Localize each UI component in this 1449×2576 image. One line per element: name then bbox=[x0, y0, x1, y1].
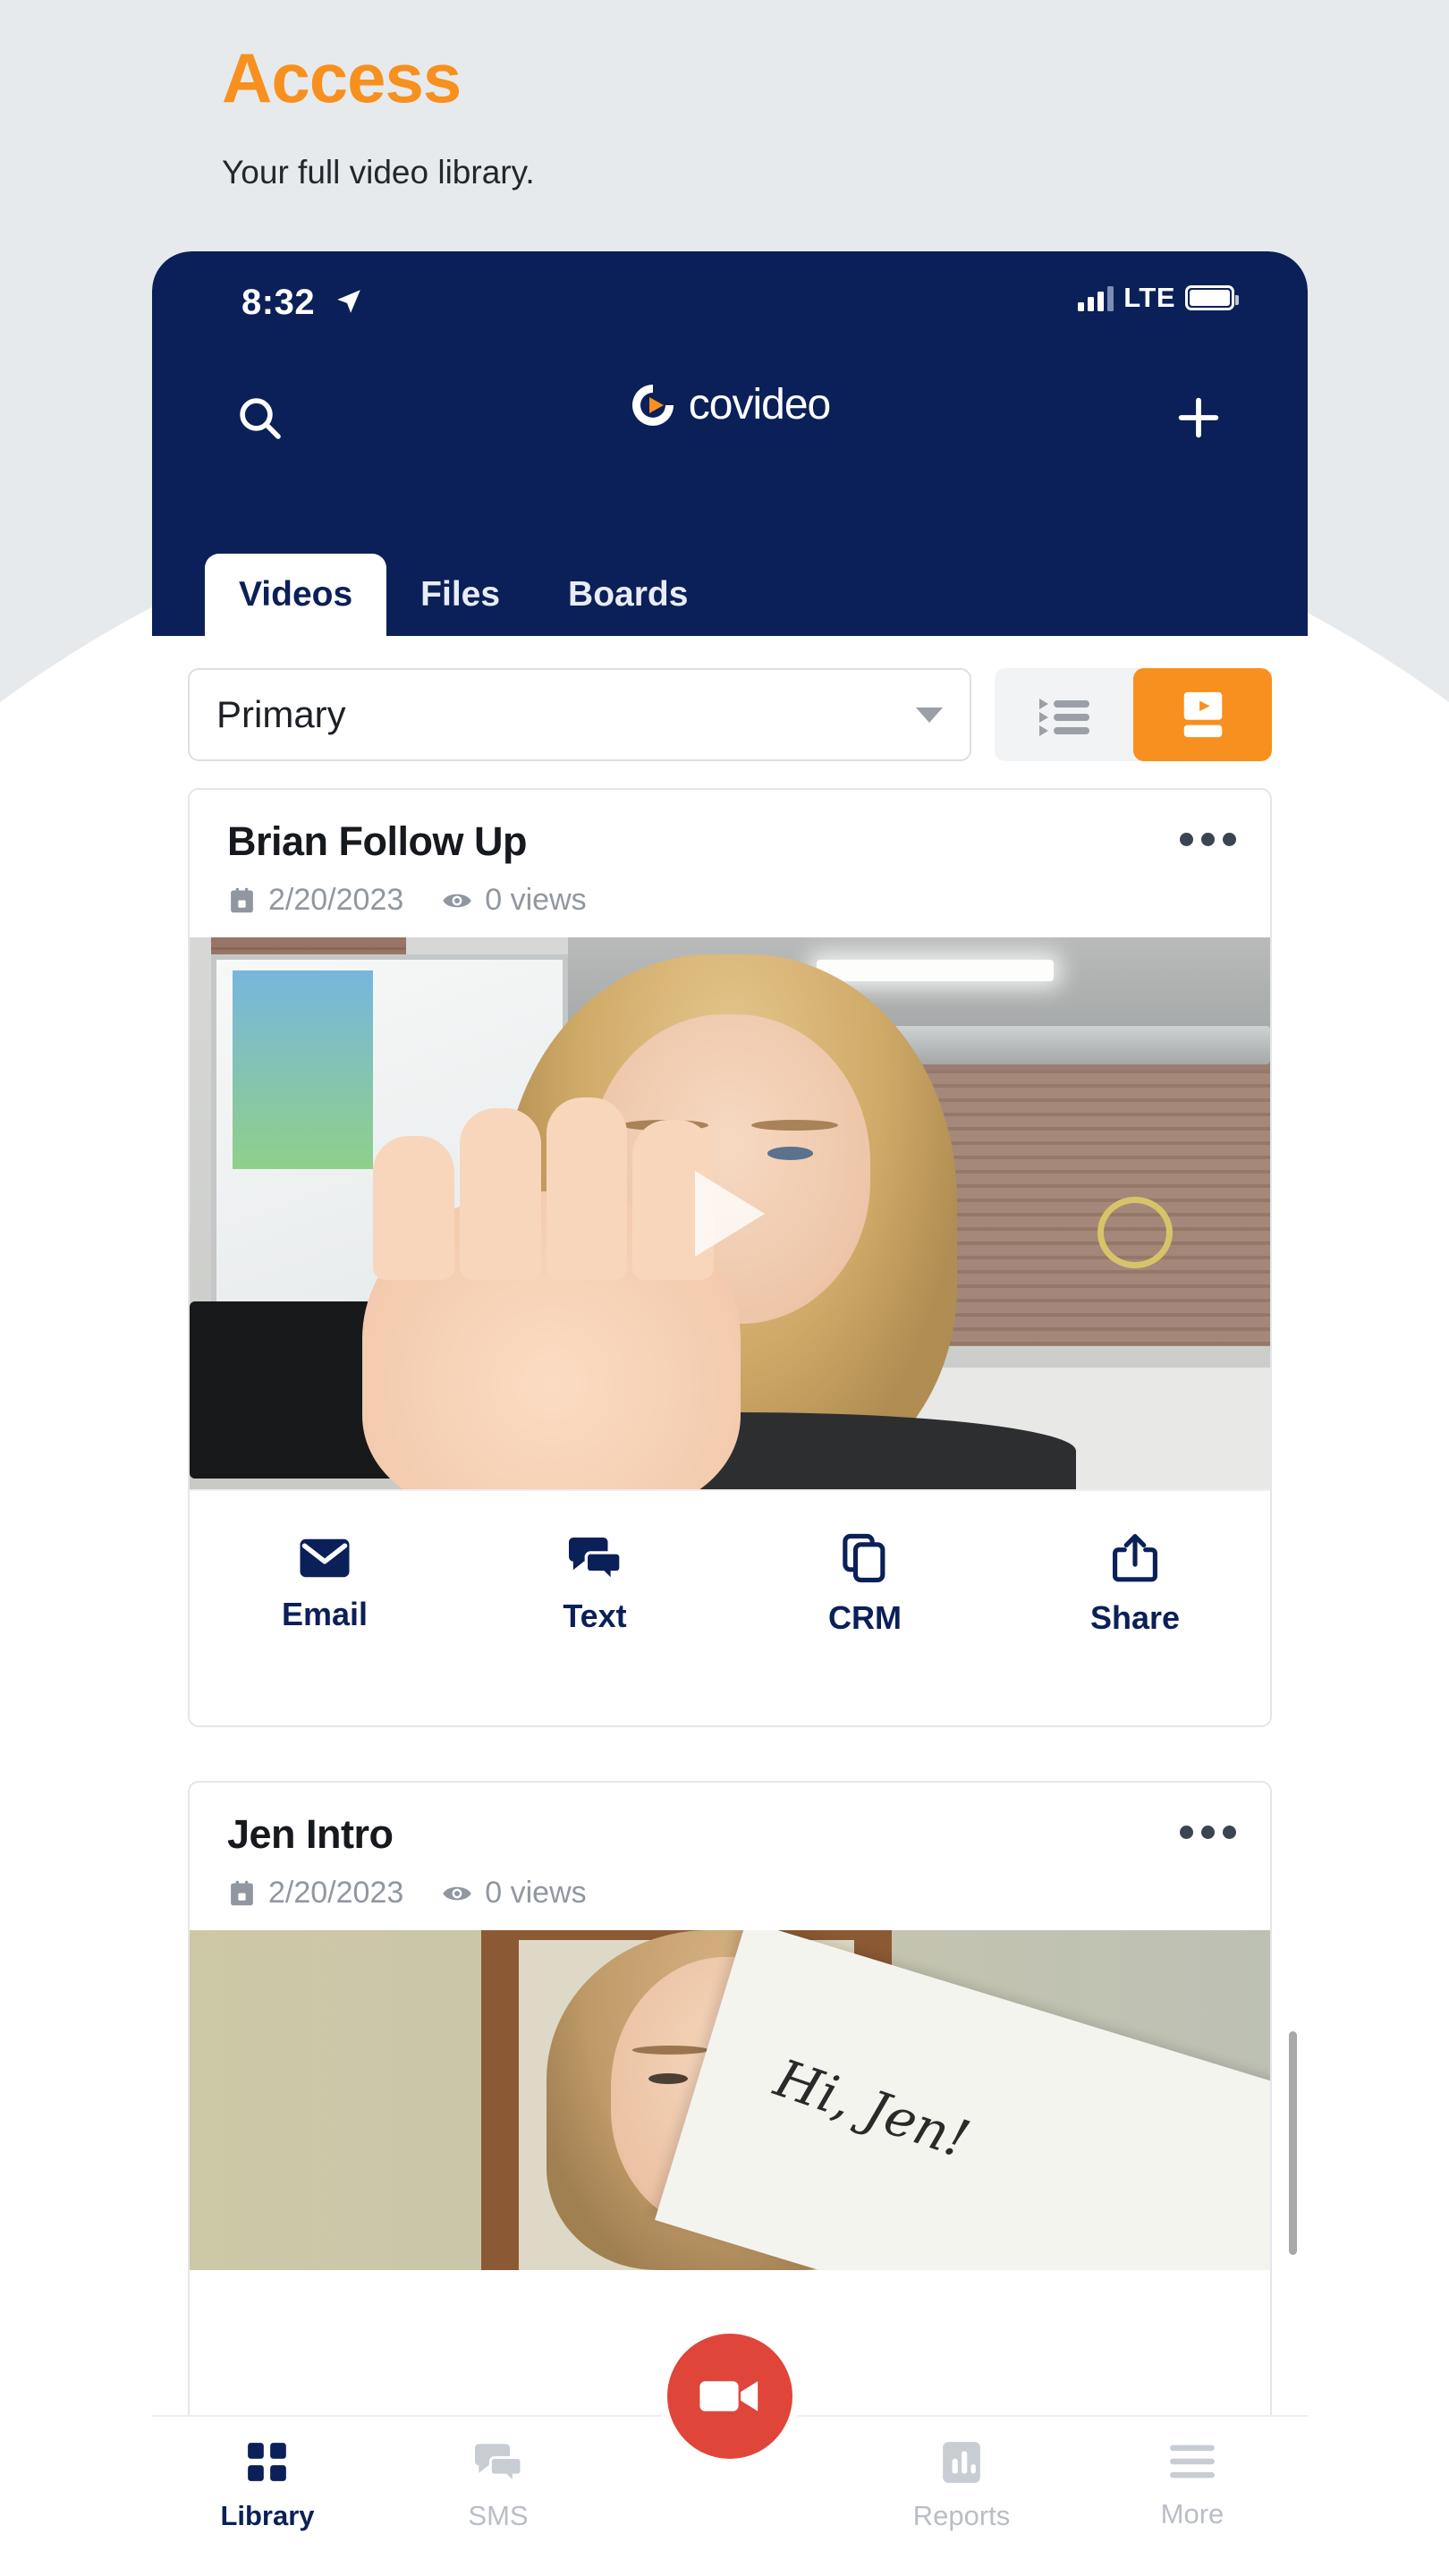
calendar-icon bbox=[231, 1880, 253, 1906]
share-button[interactable]: Share bbox=[1000, 1533, 1270, 1637]
battery-full-icon bbox=[1185, 285, 1239, 310]
envelope-icon bbox=[300, 1538, 350, 1578]
video-thumbnail[interactable]: Hi, Jen! bbox=[190, 1930, 1270, 2270]
nav-label-library: Library bbox=[220, 2500, 315, 2531]
chat-bubbles-icon bbox=[569, 1538, 621, 1581]
grid-squares-icon bbox=[248, 2443, 286, 2481]
card-view-icon[interactable] bbox=[1133, 668, 1272, 761]
status-indicators: LTE bbox=[1078, 282, 1239, 314]
chevron-down-icon bbox=[916, 707, 943, 723]
nav-label-reports: Reports bbox=[912, 2500, 1011, 2531]
video-card-header: Brian Follow Up 2/20/2023 0 views bbox=[190, 790, 1270, 937]
video-views: 0 views bbox=[441, 1876, 587, 1911]
nav-label-sms: SMS bbox=[468, 2500, 529, 2531]
page-root: Access Your full video library. 8:32 LTE bbox=[0, 0, 1449, 2576]
phone-mockup: 8:32 LTE covideo Videos Files Boards Pri… bbox=[152, 251, 1308, 2576]
signal-bars-icon bbox=[1078, 284, 1114, 311]
video-date: 2/20/2023 bbox=[227, 883, 403, 918]
text-label: Text bbox=[563, 1597, 627, 1634]
covideo-play-mark-icon bbox=[630, 382, 676, 428]
tab-bar: Videos Files Boards bbox=[152, 538, 1308, 636]
covideo-logo: covideo bbox=[152, 380, 1308, 429]
tab-boards[interactable]: Boards bbox=[534, 554, 722, 636]
calendar-icon bbox=[231, 887, 253, 913]
page-subtitle: Your full video library. bbox=[222, 154, 535, 191]
record-video-button[interactable] bbox=[667, 2334, 792, 2459]
folder-dropdown-value: Primary bbox=[216, 693, 346, 735]
bar-chart-icon bbox=[943, 2442, 980, 2483]
video-title: Brian Follow Up bbox=[227, 818, 528, 864]
copy-icon bbox=[843, 1533, 886, 1583]
video-card[interactable]: Brian Follow Up 2/20/2023 0 views Email … bbox=[188, 788, 1272, 1727]
list-view-icon[interactable] bbox=[995, 668, 1133, 761]
chat-bubbles-icon bbox=[475, 2444, 521, 2485]
video-camera-icon bbox=[699, 2381, 758, 2411]
share-icon bbox=[1113, 1534, 1157, 1582]
hamburger-menu-icon bbox=[1170, 2445, 1215, 2479]
location-arrow-icon bbox=[337, 290, 360, 313]
nav-item-more[interactable]: More bbox=[1077, 2417, 1308, 2530]
covideo-logo-text: covideo bbox=[688, 381, 831, 428]
video-views-label: 0 views bbox=[485, 1876, 587, 1910]
video-views-label: 0 views bbox=[485, 883, 587, 917]
nav-item-reports[interactable]: Reports bbox=[846, 2417, 1077, 2532]
nav-label-more: More bbox=[1160, 2498, 1224, 2529]
eye-icon bbox=[443, 1886, 472, 1900]
video-date-label: 2/20/2023 bbox=[268, 883, 404, 917]
email-button[interactable]: Email bbox=[190, 1537, 460, 1633]
share-label: Share bbox=[1089, 1599, 1181, 1636]
plus-icon[interactable] bbox=[1163, 382, 1234, 453]
app-bar: covideo bbox=[152, 360, 1308, 475]
tab-files[interactable]: Files bbox=[386, 554, 534, 636]
text-button[interactable]: Text bbox=[460, 1535, 730, 1635]
tab-videos[interactable]: Videos bbox=[205, 554, 387, 636]
video-title: Jen Intro bbox=[227, 1811, 394, 1857]
whiteboard-text: Hi, Jen! bbox=[767, 2046, 978, 2170]
phone-content: Primary Brian Follow Up 2/20/2023 0 view… bbox=[152, 636, 1308, 2576]
folder-dropdown[interactable]: Primary bbox=[188, 668, 971, 761]
email-label: Email bbox=[281, 1596, 369, 1632]
phone-top-chrome: 8:32 LTE covideo Videos Files Boards bbox=[152, 251, 1308, 636]
nav-item-sms[interactable]: SMS bbox=[383, 2417, 614, 2532]
video-action-bar: Email Text CRM Share bbox=[190, 1489, 1270, 1679]
video-meta: 2/20/2023 0 views bbox=[227, 883, 1233, 918]
page-title: Access bbox=[222, 38, 462, 117]
crm-label: CRM bbox=[828, 1599, 902, 1636]
eye-icon bbox=[443, 894, 472, 907]
view-toggle-group bbox=[995, 668, 1272, 761]
video-date-label: 2/20/2023 bbox=[268, 1876, 404, 1910]
network-type-label: LTE bbox=[1123, 282, 1175, 313]
record-fab-wrapper bbox=[659, 2326, 801, 2467]
scrollbar-thumb[interactable] bbox=[1289, 2031, 1297, 2255]
video-meta: 2/20/2023 0 views bbox=[227, 1876, 1233, 1911]
filter-row: Primary bbox=[152, 661, 1308, 768]
video-views: 0 views bbox=[441, 883, 587, 918]
nav-item-library[interactable]: Library bbox=[152, 2417, 383, 2532]
status-bar: 8:32 LTE bbox=[152, 251, 1308, 359]
video-card-header: Jen Intro 2/20/2023 0 views bbox=[190, 1783, 1270, 1930]
thumbnail-scene-jen: Hi, Jen! bbox=[190, 1930, 1270, 2270]
status-time: 8:32 bbox=[242, 283, 316, 322]
more-options-icon[interactable] bbox=[1180, 833, 1236, 846]
crm-button[interactable]: CRM bbox=[730, 1533, 1000, 1637]
video-thumbnail[interactable] bbox=[190, 937, 1270, 1489]
play-icon[interactable] bbox=[695, 1170, 765, 1257]
more-options-icon[interactable] bbox=[1180, 1826, 1236, 1839]
video-date: 2/20/2023 bbox=[227, 1876, 403, 1911]
